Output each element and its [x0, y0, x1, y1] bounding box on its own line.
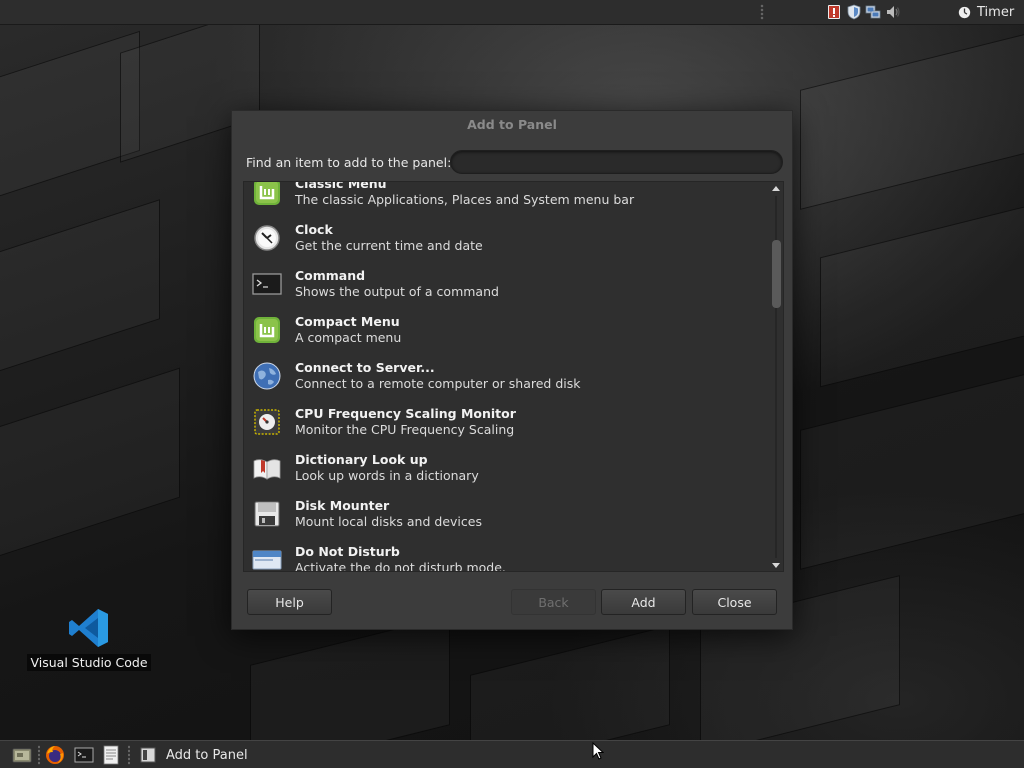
item-desc: Get the current time and date	[295, 238, 483, 253]
taskbar-window-button[interactable]: Add to Panel	[136, 742, 386, 768]
scroll-thumb[interactable]	[772, 240, 781, 308]
timer-icon	[958, 6, 971, 18]
scroll-down-arrow[interactable]	[772, 563, 780, 568]
list-item[interactable]: Dictionary Look up Look up words in a di…	[244, 442, 768, 488]
item-desc: Mount local disks and devices	[295, 514, 482, 529]
text-editor-icon[interactable]	[101, 745, 121, 765]
window-icon	[140, 747, 156, 763]
dialog-title: Add to Panel	[467, 117, 557, 132]
item-desc: Shows the output of a command	[295, 284, 499, 299]
top-panel: Timer	[0, 0, 1024, 25]
item-name: Compact Menu	[295, 314, 400, 329]
item-name: Dictionary Look up	[295, 452, 428, 467]
list-item[interactable]: Compact Menu A compact menu	[244, 304, 768, 350]
network-icon[interactable]	[865, 4, 881, 20]
timer-applet[interactable]: Timer	[958, 3, 1014, 21]
firefox-icon[interactable]	[45, 745, 65, 765]
cpu-gauge-icon	[254, 409, 280, 435]
desktop-icon-label: Visual Studio Code	[27, 654, 151, 671]
help-button[interactable]: Help	[247, 589, 332, 615]
desktop-icon-vscode[interactable]: Visual Studio Code	[27, 606, 151, 676]
list-item[interactable]: Connect to Server... Connect to a remote…	[244, 350, 768, 396]
taskbar-window-label: Add to Panel	[166, 747, 248, 763]
item-name: Connect to Server...	[295, 360, 435, 375]
list-item[interactable]: Disk Mounter Mount local disks and devic…	[244, 488, 768, 534]
timer-label: Timer	[977, 4, 1015, 20]
item-desc: A compact menu	[295, 330, 402, 345]
item-desc: Connect to a remote computer or shared d…	[295, 376, 581, 391]
add-to-panel-dialog: Add to Panel Find an item to add to the …	[231, 110, 793, 630]
vscode-icon	[69, 609, 108, 647]
scroll-up-arrow[interactable]	[772, 186, 780, 191]
item-name: Do Not Disturb	[295, 544, 400, 559]
floppy-icon	[254, 501, 280, 527]
globe-icon	[253, 362, 281, 390]
item-name: Disk Mounter	[295, 498, 390, 513]
item-name: Classic Menu	[295, 181, 387, 191]
taskbar-separator	[128, 745, 130, 765]
find-label: Find an item to add to the panel:	[246, 155, 452, 170]
book-icon	[253, 459, 281, 480]
show-desktop-icon[interactable]	[12, 745, 32, 765]
list-item[interactable]: CPU Frequency Scaling Monitor Monitor th…	[244, 396, 768, 442]
list-scrollbar[interactable]	[768, 182, 783, 571]
mint-menu-icon	[254, 317, 280, 343]
notification-icon	[252, 550, 282, 570]
close-button[interactable]: Close	[692, 589, 777, 615]
list-item[interactable]: Clock Get the current time and date	[244, 212, 768, 258]
list-item[interactable]: Command Shows the output of a command	[244, 258, 768, 304]
mouse-cursor-icon	[592, 742, 604, 760]
item-desc: Monitor the CPU Frequency Scaling	[295, 422, 515, 437]
terminal-icon[interactable]	[74, 745, 94, 765]
volume-icon[interactable]	[885, 4, 901, 20]
item-desc: Look up words in a dictionary	[295, 468, 479, 483]
item-name: CPU Frequency Scaling Monitor	[295, 406, 516, 421]
taskbar-separator	[38, 745, 40, 765]
taskbar: Add to Panel	[0, 740, 1024, 768]
clock-icon	[254, 225, 280, 251]
list-item[interactable]: Classic Menu The classic Applications, P…	[244, 181, 768, 212]
mint-menu-icon	[254, 182, 280, 205]
item-name: Command	[295, 268, 366, 283]
item-desc: Activate the do not disturb mode.	[295, 560, 506, 572]
terminal-icon	[252, 273, 282, 295]
search-input[interactable]	[450, 150, 783, 174]
update-warning-icon[interactable]	[826, 4, 842, 20]
shield-icon[interactable]	[846, 4, 862, 20]
applet-list: Classic Menu The classic Applications, P…	[243, 181, 784, 572]
add-button[interactable]: Add	[601, 589, 686, 615]
item-name: Clock	[295, 222, 333, 237]
list-item[interactable]: Do Not Disturb Activate the do not distu…	[244, 534, 768, 572]
item-desc: The classic Applications, Places and Sys…	[295, 192, 635, 207]
back-button[interactable]: Back	[511, 589, 596, 615]
panel-drag-handle[interactable]	[760, 4, 764, 20]
